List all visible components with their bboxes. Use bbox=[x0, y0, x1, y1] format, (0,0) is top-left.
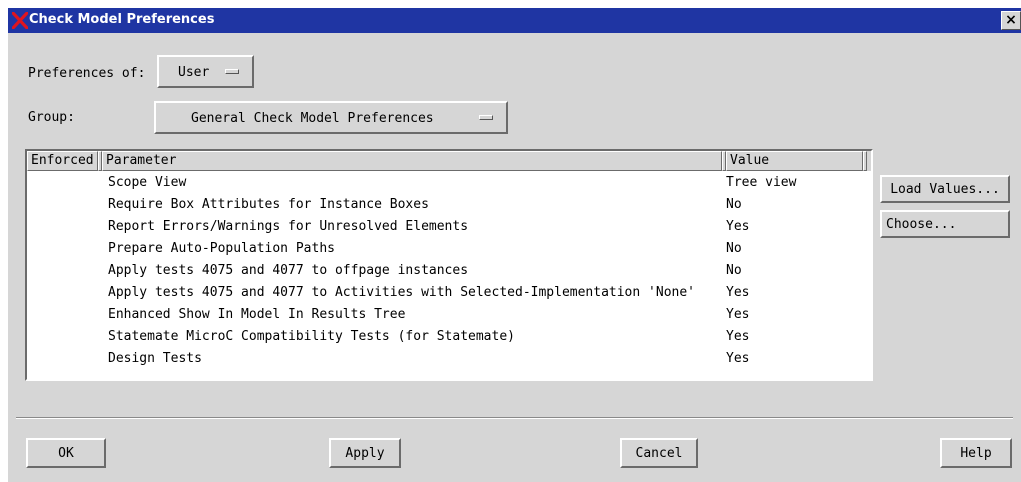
table-row[interactable]: Apply tests 4075 and 4077 to Activities … bbox=[27, 282, 871, 304]
parameter-cell: Scope View bbox=[108, 175, 187, 190]
value-cell: Tree view bbox=[726, 175, 797, 190]
column-header-parameter[interactable]: Parameter bbox=[102, 151, 722, 171]
group-value: General Check Model Preferences bbox=[191, 111, 434, 126]
table-row[interactable]: Statemate MicroC Compatibility Tests (fo… bbox=[27, 326, 871, 348]
choose-label: Choose... bbox=[886, 217, 957, 232]
preferences-table[interactable]: Enforced Parameter Value Scope View Tree… bbox=[25, 149, 873, 381]
option-menu-indicator-icon bbox=[479, 115, 493, 120]
parameter-cell: Require Box Attributes for Instance Boxe… bbox=[108, 197, 429, 212]
load-values-button[interactable]: Load Values... bbox=[880, 175, 1010, 203]
parameter-cell: Enhanced Show In Model In Results Tree bbox=[108, 307, 406, 322]
window-title: Check Model Preferences bbox=[29, 12, 215, 27]
group-option-menu[interactable]: General Check Model Preferences bbox=[154, 101, 508, 134]
choose-button[interactable]: Choose... bbox=[880, 210, 1010, 238]
close-icon: × bbox=[1005, 12, 1017, 28]
value-cell: Yes bbox=[726, 219, 750, 234]
value-cell: Yes bbox=[726, 351, 750, 366]
apply-button[interactable]: Apply bbox=[329, 438, 401, 468]
value-cell: Yes bbox=[726, 285, 750, 300]
cancel-label: Cancel bbox=[635, 445, 683, 461]
preferences-of-option-menu[interactable]: User bbox=[157, 55, 254, 88]
parameter-cell: Report Errors/Warnings for Unresolved El… bbox=[108, 219, 469, 234]
load-values-label: Load Values... bbox=[890, 181, 1000, 197]
table-row[interactable]: Apply tests 4075 and 4077 to offpage ins… bbox=[27, 260, 871, 282]
value-cell: No bbox=[726, 241, 742, 256]
cancel-button[interactable]: Cancel bbox=[620, 438, 698, 468]
ok-label: OK bbox=[58, 445, 74, 461]
value-cell: No bbox=[726, 197, 742, 212]
parameter-cell: Prepare Auto-Population Paths bbox=[108, 241, 335, 256]
preferences-of-label: Preferences of: bbox=[28, 66, 146, 81]
close-button[interactable]: × bbox=[1001, 11, 1021, 30]
table-row[interactable]: Design Tests Yes bbox=[27, 348, 871, 370]
help-label: Help bbox=[960, 445, 992, 461]
value-cell: Yes bbox=[726, 329, 750, 344]
column-header-value[interactable]: Value bbox=[726, 151, 863, 171]
column-divider[interactable] bbox=[863, 151, 867, 171]
x-icon[interactable] bbox=[12, 12, 28, 29]
value-cell: No bbox=[726, 263, 742, 278]
footer-separator bbox=[16, 417, 1013, 419]
help-button[interactable]: Help bbox=[940, 438, 1012, 468]
column-header-enforced[interactable]: Enforced bbox=[27, 151, 98, 171]
apply-label: Apply bbox=[345, 445, 385, 461]
parameter-cell: Apply tests 4075 and 4077 to Activities … bbox=[108, 285, 695, 300]
value-cell: Yes bbox=[726, 307, 750, 322]
table-row[interactable]: Scope View Tree view bbox=[27, 172, 871, 194]
check-model-preferences-dialog: Check Model Preferences × Preferences of… bbox=[8, 8, 1021, 482]
preferences-of-value: User bbox=[178, 65, 210, 80]
parameter-cell: Statemate MicroC Compatibility Tests (fo… bbox=[108, 329, 515, 344]
table-header: Enforced Parameter Value bbox=[27, 151, 871, 171]
table-row[interactable]: Report Errors/Warnings for Unresolved El… bbox=[27, 216, 871, 238]
table-row[interactable]: Require Box Attributes for Instance Boxe… bbox=[27, 194, 871, 216]
title-bar[interactable]: Check Model Preferences × bbox=[8, 8, 1021, 33]
parameter-cell: Design Tests bbox=[108, 351, 202, 366]
option-menu-indicator-icon bbox=[225, 69, 239, 74]
parameter-cell: Apply tests 4075 and 4077 to offpage ins… bbox=[108, 263, 469, 278]
group-label: Group: bbox=[28, 110, 75, 125]
ok-button[interactable]: OK bbox=[26, 438, 106, 468]
table-row[interactable]: Enhanced Show In Model In Results Tree Y… bbox=[27, 304, 871, 326]
table-row[interactable]: Prepare Auto-Population Paths No bbox=[27, 238, 871, 260]
